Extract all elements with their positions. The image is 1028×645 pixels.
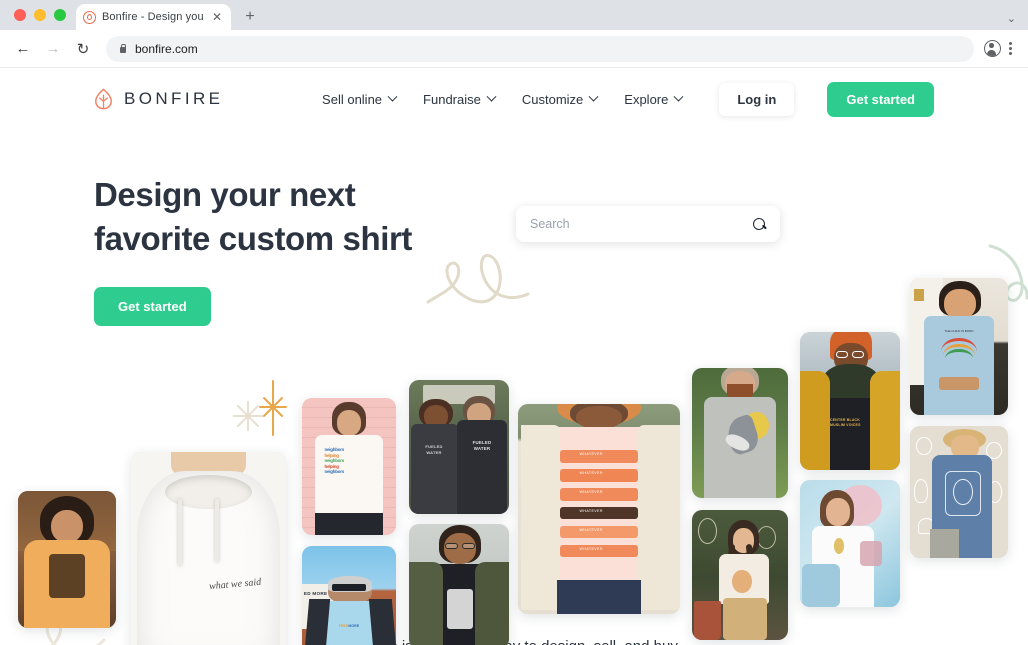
- nav-item-fundraise[interactable]: Fundraise: [423, 91, 497, 107]
- photo-blue-sweatshirt-hat[interactable]: [910, 426, 1008, 558]
- close-window-button[interactable]: [14, 9, 26, 21]
- address-bar-url: bonfire.com: [135, 41, 198, 56]
- brand-name: BONFIRE: [124, 89, 224, 108]
- photo-bird-grey-tee-man[interactable]: [692, 368, 788, 498]
- photo-waters-hands-tee[interactable]: WHATEVER WHATEVER WHATEVER WHATEVER WHAT…: [518, 404, 680, 614]
- chevron-down-icon: [673, 91, 684, 102]
- window-controls: [10, 0, 76, 30]
- forward-button[interactable]: →: [40, 36, 66, 62]
- photo-green-jacket-woman[interactable]: [409, 524, 509, 645]
- nav-links: Sell online Fundraise Customize Explore …: [322, 81, 934, 117]
- hero-section: Design your next favorite custom shirt G…: [94, 173, 412, 326]
- profile-avatar-icon[interactable]: [984, 40, 1001, 57]
- browser-menu-icon[interactable]: [1003, 38, 1018, 59]
- hero-get-started-button[interactable]: Get started: [94, 286, 211, 326]
- chevron-down-icon[interactable]: ⌄: [1007, 12, 1016, 25]
- bonfire-favicon-icon: [83, 10, 96, 24]
- photo-feed-more-blue-tee[interactable]: ED MORE FEEDMORE: [302, 546, 396, 645]
- back-button[interactable]: ←: [10, 36, 36, 62]
- new-tab-button[interactable]: +: [237, 4, 263, 30]
- browser-tab[interactable]: Bonfire - Design your own shirt ✕: [76, 4, 231, 30]
- photo-plants-woman-braids[interactable]: [692, 510, 788, 640]
- nav-item-label: Sell online: [322, 91, 383, 107]
- chevron-down-icon: [588, 91, 599, 102]
- close-icon[interactable]: ✕: [210, 10, 224, 24]
- photo-rainbow-kid-tee[interactable]: THE CHILD IS BORN: [910, 278, 1008, 415]
- bonfire-flame-icon: [95, 88, 112, 110]
- nav-item-label: Explore: [624, 91, 669, 107]
- lock-icon: [118, 43, 127, 54]
- browser-toolbar: ← → ↻ bonfire.com: [0, 30, 1028, 68]
- brand-logo[interactable]: BONFIRE: [94, 88, 223, 110]
- photo-white-longsleeve-woman[interactable]: [800, 480, 900, 607]
- chevron-down-icon: [486, 91, 497, 102]
- search-icon[interactable]: [753, 217, 766, 231]
- nav-item-label: Customize: [521, 91, 584, 107]
- site-navigation: BONFIRE Sell online Fundraise Customize …: [0, 68, 1028, 130]
- reload-button[interactable]: ↻: [70, 36, 96, 62]
- photo-white-hoodie-closeup[interactable]: what we said: [131, 452, 286, 645]
- page-title: Design your next favorite custom shirt: [94, 173, 412, 261]
- search-box[interactable]: [516, 206, 780, 242]
- hero-heading-line-1: Design your next: [94, 176, 356, 213]
- nav-item-explore[interactable]: Explore: [624, 91, 684, 107]
- toolbar-actions: [984, 38, 1018, 59]
- minimize-window-button[interactable]: [34, 9, 46, 21]
- maximize-window-button[interactable]: [54, 9, 66, 21]
- get-started-nav-button[interactable]: Get started: [827, 81, 934, 117]
- tab-title: Bonfire - Design your own shirt: [102, 11, 204, 23]
- page-content: BONFIRE Sell online Fundraise Customize …: [0, 68, 1028, 645]
- nav-item-label: Fundraise: [423, 91, 481, 107]
- hero-heading-line-2: favorite custom shirt: [94, 219, 413, 257]
- photo-orange-hoodie-woman[interactable]: [18, 491, 116, 628]
- photo-fueled-by-water-pair[interactable]: FUELED WATER FUELED WATER: [409, 380, 509, 514]
- browser-window: Bonfire - Design your own shirt ✕ + ⌄ ← …: [0, 0, 1028, 645]
- log-in-button[interactable]: Log in: [719, 82, 795, 116]
- tab-strip: Bonfire - Design your own shirt ✕ + ⌄: [0, 0, 1028, 30]
- search-input[interactable]: [530, 217, 753, 231]
- nav-item-sell-online[interactable]: Sell online: [322, 91, 398, 107]
- nav-item-customize[interactable]: Customize: [521, 91, 599, 107]
- photo-neighbors-helping-tee[interactable]: neighbors helping neighbors helping neig…: [302, 398, 396, 535]
- chevron-down-icon: [387, 91, 398, 102]
- photo-center-black-muslim[interactable]: CENTER BLACK MUSLIM VOICES: [800, 332, 900, 470]
- photo-collage: what we said neighbors helping neighbors…: [0, 68, 1028, 645]
- address-bar[interactable]: bonfire.com: [106, 35, 974, 62]
